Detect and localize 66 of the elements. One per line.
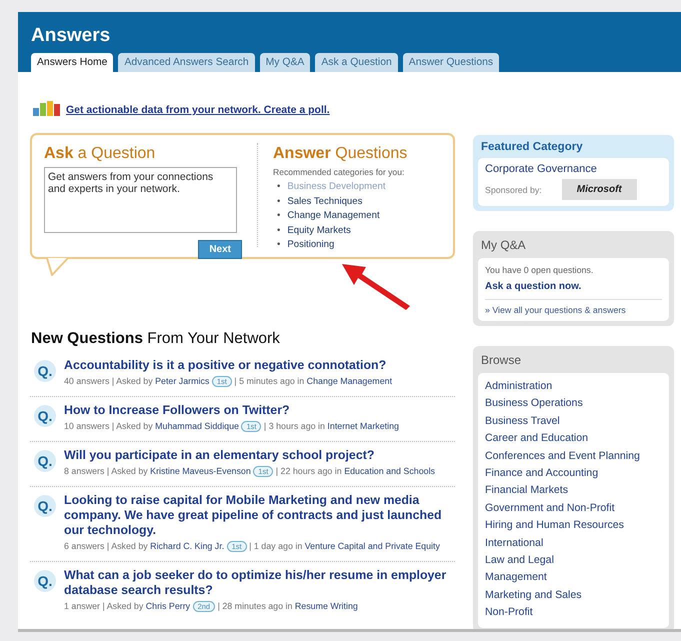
question-icon: Q. [34,450,56,472]
question-link[interactable]: Looking to raise capital for Mobile Marketing and new media company. We have great pipeline of contracts and just launched our technology. [64,493,455,538]
author-link[interactable]: Chris Perry [146,601,190,611]
question-icon: Q. [34,405,56,427]
browse-link[interactable]: Business Travel [485,412,662,430]
sponsor-logo: Microsoft [562,179,637,200]
browse-link[interactable]: Administration [485,378,662,396]
category-link[interactable]: Change Management [287,209,380,224]
bullet: • [277,238,280,252]
bullet: • [277,180,280,194]
browse-link[interactable]: Law and Legal [485,552,662,570]
page-title: Answers [31,25,112,47]
tab[interactable]: Ask a Question [315,53,398,72]
sponsored-label: Sponsored by: [485,184,542,194]
browse-link[interactable]: Business Operations [485,395,662,413]
view-all-link[interactable]: » View all your questions & answers [485,305,662,315]
tab[interactable]: My Q&A [260,53,310,72]
category-link[interactable]: Venture Capital and Private Equity [304,541,440,551]
category-link[interactable]: Sales Techniques [287,194,362,209]
browse-link[interactable]: Career and Education [485,430,662,448]
panel-heading: Browse [480,352,522,369]
bullet: • [277,209,280,223]
category-link[interactable]: Change Management [306,376,392,386]
author-link[interactable]: Muhammad Siddique [155,421,239,431]
bullet: • [277,224,280,238]
browse-link[interactable]: Hiring and Human Resources [485,517,662,535]
author-link[interactable]: Peter Jarmics [155,376,210,386]
category-link[interactable]: Equity Markets [287,224,351,238]
ask-question-link[interactable]: Ask a question now. [485,281,662,300]
category-link[interactable]: Internet Marketing [327,421,399,431]
browse-link[interactable]: Financial Markets [485,482,662,500]
tab[interactable]: Answers Home [31,53,114,72]
answer-heading: Answer Questions [273,145,408,163]
panel-heading: Featured Category [480,140,584,155]
poll-link[interactable]: Get actionable data from your network. Create a poll. [66,104,330,116]
tab[interactable]: Answer Questions [402,53,500,72]
question-icon: Q. [34,570,56,592]
question-link[interactable]: Will you participate in an elementary school project? [64,448,455,463]
question-link[interactable]: What can a job seeker do to optimize his/her resume in employer database search results? [64,568,455,598]
browse-link[interactable]: International [485,534,662,552]
section-heading: New Questions From Your Network [31,330,281,348]
question-link[interactable]: Accountability is it a positive or negative connotation? [64,358,455,373]
arrow-annotation [340,262,412,310]
tab[interactable]: Advanced Answers Search [118,53,255,72]
recommended-label: Recommended categories for you: [273,167,406,177]
question-field[interactable]: Get answers from your connections and experts in your network. [44,167,237,233]
category-link[interactable]: Education and Schools [344,466,435,476]
browse-link[interactable]: Conferences and Event Planning [485,448,662,466]
bar-chart-icon [33,99,63,116]
featured-category-link[interactable]: Corporate Governance [485,163,662,175]
ask-heading: Ask a Question [44,145,156,163]
bullet: • [277,194,280,208]
browse-link[interactable]: Non-Profit [485,604,662,622]
open-questions-text: You have 0 open questions. [485,265,594,275]
browse-link[interactable]: Government and Non-Profit [485,500,662,518]
browse-link[interactable]: Finance and Accounting [485,465,662,482]
browse-link[interactable]: Marketing and Sales [485,586,662,604]
category-link[interactable]: Positioning [287,238,334,252]
author-link[interactable]: Kristine Maveus-Evenson [150,466,251,476]
category-link[interactable]: Resume Writing [294,601,358,611]
author-link[interactable]: Richard C. King Jr. [150,541,224,551]
question-icon: Q. [34,360,56,382]
question-icon: Q. [34,495,56,517]
browse-link[interactable]: Management [485,569,662,587]
panel-heading: My Q&A [480,237,527,254]
question-link[interactable]: How to Increase Followers on Twitter? [64,403,455,418]
